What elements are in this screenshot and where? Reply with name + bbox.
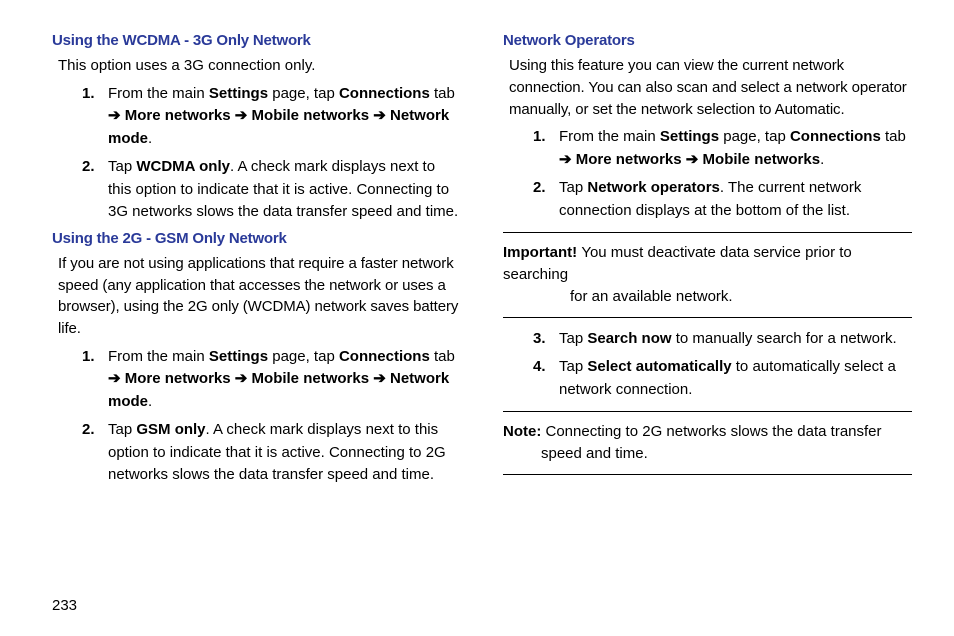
list-gsm: 1.From the main Settings page, tap Conne… [52, 346, 461, 487]
important-callout: Important! You must deactivate data serv… [503, 232, 912, 317]
list-number: 2. [82, 156, 95, 179]
note-text-2: speed and time. [503, 443, 912, 465]
heading-network-operators: Network Operators [503, 32, 912, 49]
list-number: 2. [533, 177, 546, 200]
list-number: 1. [533, 126, 546, 149]
list-item: 4.Tap Select automatically to automatica… [503, 356, 912, 401]
list-number: 1. [82, 346, 95, 369]
list-item: 2.Tap Network operators. The current net… [503, 177, 912, 222]
note-label: Note: [503, 423, 546, 440]
note-text-1: Connecting to 2G networks slows the data… [546, 423, 882, 440]
left-column: Using the WCDMA - 3G Only Network This o… [52, 32, 461, 493]
right-column: Network Operators Using this feature you… [503, 32, 912, 493]
list-number: 2. [82, 419, 95, 442]
list-item: 1.From the main Settings page, tap Conne… [503, 126, 912, 171]
page-number: 233 [52, 597, 77, 614]
list-network-operators-b: 3.Tap Search now to manually search for … [503, 328, 912, 402]
list-network-operators-a: 1.From the main Settings page, tap Conne… [503, 126, 912, 222]
list-item: 3.Tap Search now to manually search for … [503, 328, 912, 351]
intro-gsm: If you are not using applications that r… [58, 253, 461, 340]
note-callout: Note: Connecting to 2G networks slows th… [503, 411, 912, 475]
list-wcdma: 1.From the main Settings page, tap Conne… [52, 83, 461, 224]
list-number: 4. [533, 356, 546, 379]
list-number: 1. [82, 83, 95, 106]
important-text-2: for an available network. [503, 286, 912, 308]
list-item: 2.Tap WCDMA only. A check mark displays … [52, 156, 461, 224]
heading-gsm: Using the 2G - GSM Only Network [52, 230, 461, 247]
heading-wcdma: Using the WCDMA - 3G Only Network [52, 32, 461, 49]
important-label: Important! [503, 244, 581, 261]
list-item: 1.From the main Settings page, tap Conne… [52, 346, 461, 414]
intro-network-operators: Using this feature you can view the curr… [509, 55, 912, 120]
list-number: 3. [533, 328, 546, 351]
intro-wcdma: This option uses a 3G connection only. [58, 55, 461, 77]
list-item: 1.From the main Settings page, tap Conne… [52, 83, 461, 151]
list-item: 2.Tap GSM only. A check mark displays ne… [52, 419, 461, 487]
